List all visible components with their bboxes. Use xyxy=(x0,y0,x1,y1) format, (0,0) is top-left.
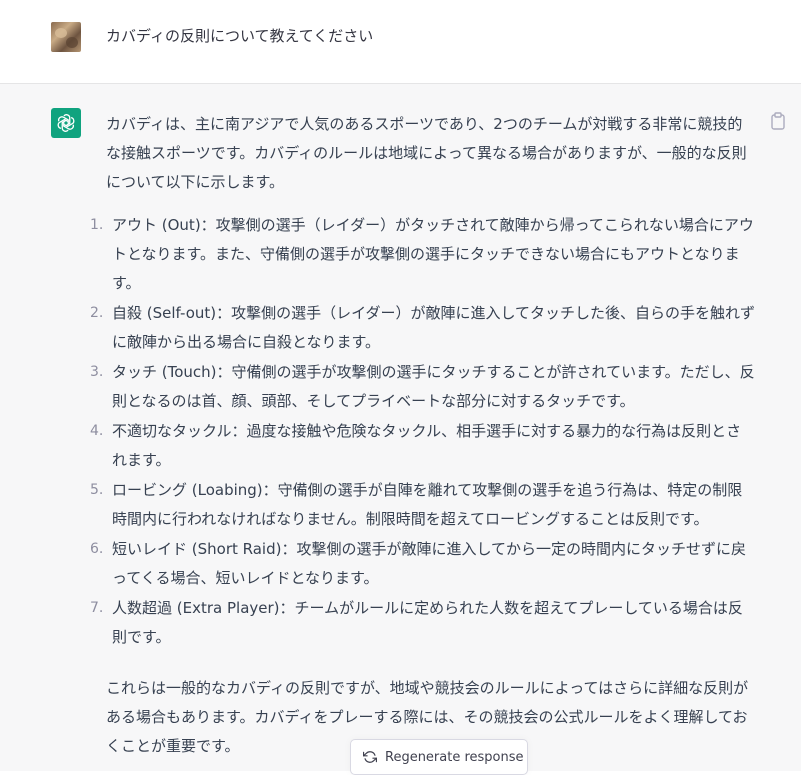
openai-logo-icon xyxy=(51,108,81,138)
clipboard-icon[interactable] xyxy=(770,112,786,130)
refresh-icon xyxy=(363,750,377,764)
violation-list: 1. アウト (Out)：攻撃側の選手（レイダー）がタッチされて敵陣から帰ってこら… xyxy=(90,211,756,652)
list-item: 5. ロービング (Loabing)：守備側の選手が自陣を離れて攻撃側の選手を追う… xyxy=(90,481,743,528)
list-item: 6. 短いレイド (Short Raid)：攻撃側の選手が敵陣に進入してから一定の… xyxy=(90,540,747,587)
user-avatar xyxy=(51,22,81,52)
assistant-message-content: カバディは、主に南アジアで人気のあるスポーツであり、2つのチームが対戦する非常に… xyxy=(90,110,756,761)
list-item: 4. 不適切なタックル：過度な接触や危険なタックル、相手選手に対する暴力的な行為は… xyxy=(90,422,742,469)
regenerate-label: Regenerate response xyxy=(385,749,524,765)
list-item: 2. 自殺 (Self-out)：攻撃側の選手（レイダー）が敵陣に進入してタッチし… xyxy=(90,304,756,351)
intro-paragraph: カバディは、主に南アジアで人気のあるスポーツであり、2つのチームが対戦する非常に… xyxy=(106,115,747,191)
list-item: 7. 人数超過 (Extra Player)：チームがルールに定められた人数を超え… xyxy=(90,599,743,646)
list-item: 3. タッチ (Touch)：守備側の選手が攻撃側の選手にタッチすることが許されて… xyxy=(90,363,755,410)
regenerate-response-button[interactable]: Regenerate response xyxy=(350,739,528,775)
list-item: 1. アウト (Out)：攻撃側の選手（レイダー）がタッチされて敵陣から帰ってこら… xyxy=(90,216,754,292)
user-message-text: カバディの反則について教えてください xyxy=(106,27,374,45)
assistant-message-row: カバディは、主に南アジアで人気のあるスポーツであり、2つのチームが対戦する非常に… xyxy=(0,84,801,771)
user-message-row: カバディの反則について教えてください xyxy=(0,0,801,84)
